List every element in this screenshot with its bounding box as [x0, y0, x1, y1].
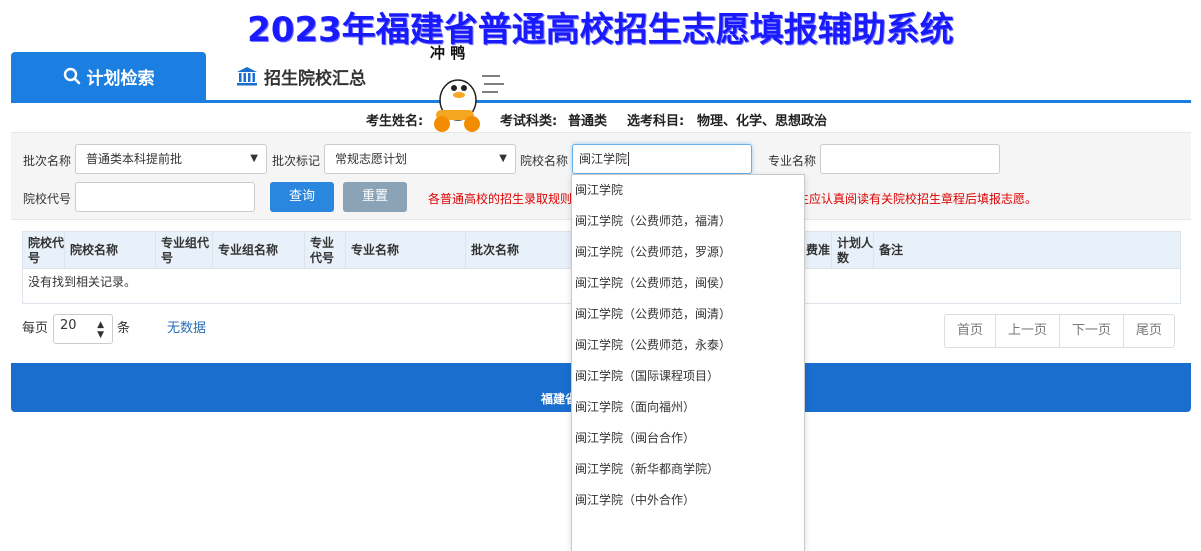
institution-icon [236, 66, 258, 86]
reset-button[interactable]: 重置 [343, 182, 407, 212]
school-name-value: 闽江学院 [579, 152, 628, 166]
prev-page-button[interactable]: 上一页 [996, 315, 1061, 347]
query-button[interactable]: 查询 [270, 182, 334, 212]
batch-mark-value: 常规志愿计划 [335, 152, 408, 166]
major-name-label: 专业名称 [768, 154, 817, 168]
batch-name-label: 批次名称 [23, 154, 72, 168]
school-code-label: 院校代号 [23, 192, 72, 206]
th-school-name[interactable]: 院校名称 [65, 232, 156, 269]
unit-label: 条 [117, 321, 131, 336]
caret-down-icon: ▼ [250, 153, 258, 164]
exam-subject-label: 考试科类: [500, 114, 558, 129]
autocomplete-option[interactable]: 闽江学院（闽台合作） [575, 423, 695, 454]
batch-mark-label: 批次标记 [272, 154, 321, 168]
autocomplete-option[interactable]: 闽江学院（新华都商学院） [575, 454, 719, 485]
caret-down-icon: ▼ [499, 153, 507, 164]
th-remark[interactable]: 备注 [874, 232, 1180, 269]
school-autocomplete-dropdown: 闽江学院 闽江学院（公费师范，福清） 闽江学院（公费师范，罗源） 闽江学院（公费… [571, 174, 805, 551]
batch-name-value: 普通类本科提前批 [86, 152, 183, 166]
autocomplete-option[interactable]: 闽江学院（公费师范，罗源） [575, 237, 731, 268]
candidate-name-label: 考生姓名: [366, 114, 424, 129]
th-major-code[interactable]: 专业代号 [305, 232, 346, 269]
autocomplete-option[interactable]: 闽江学院（国际课程项目） [575, 361, 719, 392]
page-title: 2023年福建省普通高校招生志愿填报辅助系统 [247, 10, 954, 50]
batch-mark-select[interactable]: 常规志愿计划 ▼ [324, 144, 516, 174]
tab-school-summary[interactable]: 招生院校汇总 [226, 52, 376, 100]
school-code-input[interactable] [75, 182, 255, 212]
next-page-button[interactable]: 下一页 [1060, 315, 1125, 347]
last-page-button[interactable]: 尾页 [1124, 315, 1174, 347]
first-page-button[interactable]: 首页 [945, 315, 997, 347]
autocomplete-option[interactable]: 闽江学院（公费师范，福清） [575, 206, 731, 237]
up-down-icon: ▲ ▼ [97, 320, 104, 340]
th-school-code[interactable]: 院校代号 [23, 232, 65, 269]
autocomplete-option[interactable]: 闽江学院（中外合作） [575, 485, 695, 516]
tab-school-summary-label: 招生院校汇总 [264, 68, 366, 89]
per-page-label: 每页 [22, 321, 49, 336]
school-name-label: 院校名称 [520, 154, 569, 168]
th-major-name[interactable]: 专业名称 [346, 232, 466, 269]
tab-plan-search-label: 计划检索 [86, 68, 155, 89]
search-icon [63, 67, 81, 85]
school-name-input[interactable]: 闽江学院 [572, 144, 752, 174]
svg-text:冲 鸭: 冲 鸭 [430, 44, 465, 62]
autocomplete-option[interactable]: 闽江学院（面向福州） [575, 392, 695, 423]
notice-text-right: 生应认真阅读有关院校招生章程后填报志愿。 [797, 192, 1038, 206]
exam-subject-value: 普通类 [568, 114, 608, 129]
th-group-name[interactable]: 专业组名称 [213, 232, 305, 269]
candidate-info-bar: 考生姓名: 考试科类: 普通类 选考科目: 物理、化学、思想政治 [0, 110, 1201, 130]
autocomplete-option[interactable]: 闽江学院（公费师范，永泰） [575, 330, 731, 361]
elective-value: 物理、化学、思想政治 [697, 114, 828, 129]
elective-label: 选考科目: [627, 114, 685, 129]
text-cursor [628, 152, 630, 166]
notice-text-left: 各普通高校的招生录取规则 [428, 192, 573, 206]
th-group-code[interactable]: 专业组代号 [156, 232, 213, 269]
autocomplete-option[interactable]: 闽江学院（公费师范，闽侯） [575, 268, 731, 299]
th-plan-count[interactable]: 计划人数 [832, 232, 874, 269]
page-size-select[interactable]: 20 ▲ ▼ [53, 314, 113, 344]
th-fee[interactable]: 费准 [801, 232, 832, 269]
page-size-value: 20 [60, 318, 77, 333]
batch-name-select[interactable]: 普通类本科提前批 ▼ [75, 144, 267, 174]
pagination: 首页 上一页 下一页 尾页 [944, 314, 1176, 348]
no-data-text: 无数据 [167, 321, 207, 336]
autocomplete-option[interactable]: 闽江学院 [575, 175, 623, 206]
tab-bar: 计划检索 招生院校汇总 [11, 52, 1191, 102]
tab-underline [11, 100, 1191, 103]
empty-message: 没有找到相关记录。 [28, 275, 137, 289]
tab-plan-search[interactable]: 计划检索 [11, 52, 206, 100]
major-name-input[interactable] [820, 144, 1000, 174]
autocomplete-option[interactable]: 闽江学院（公费师范，闽清） [575, 299, 731, 330]
